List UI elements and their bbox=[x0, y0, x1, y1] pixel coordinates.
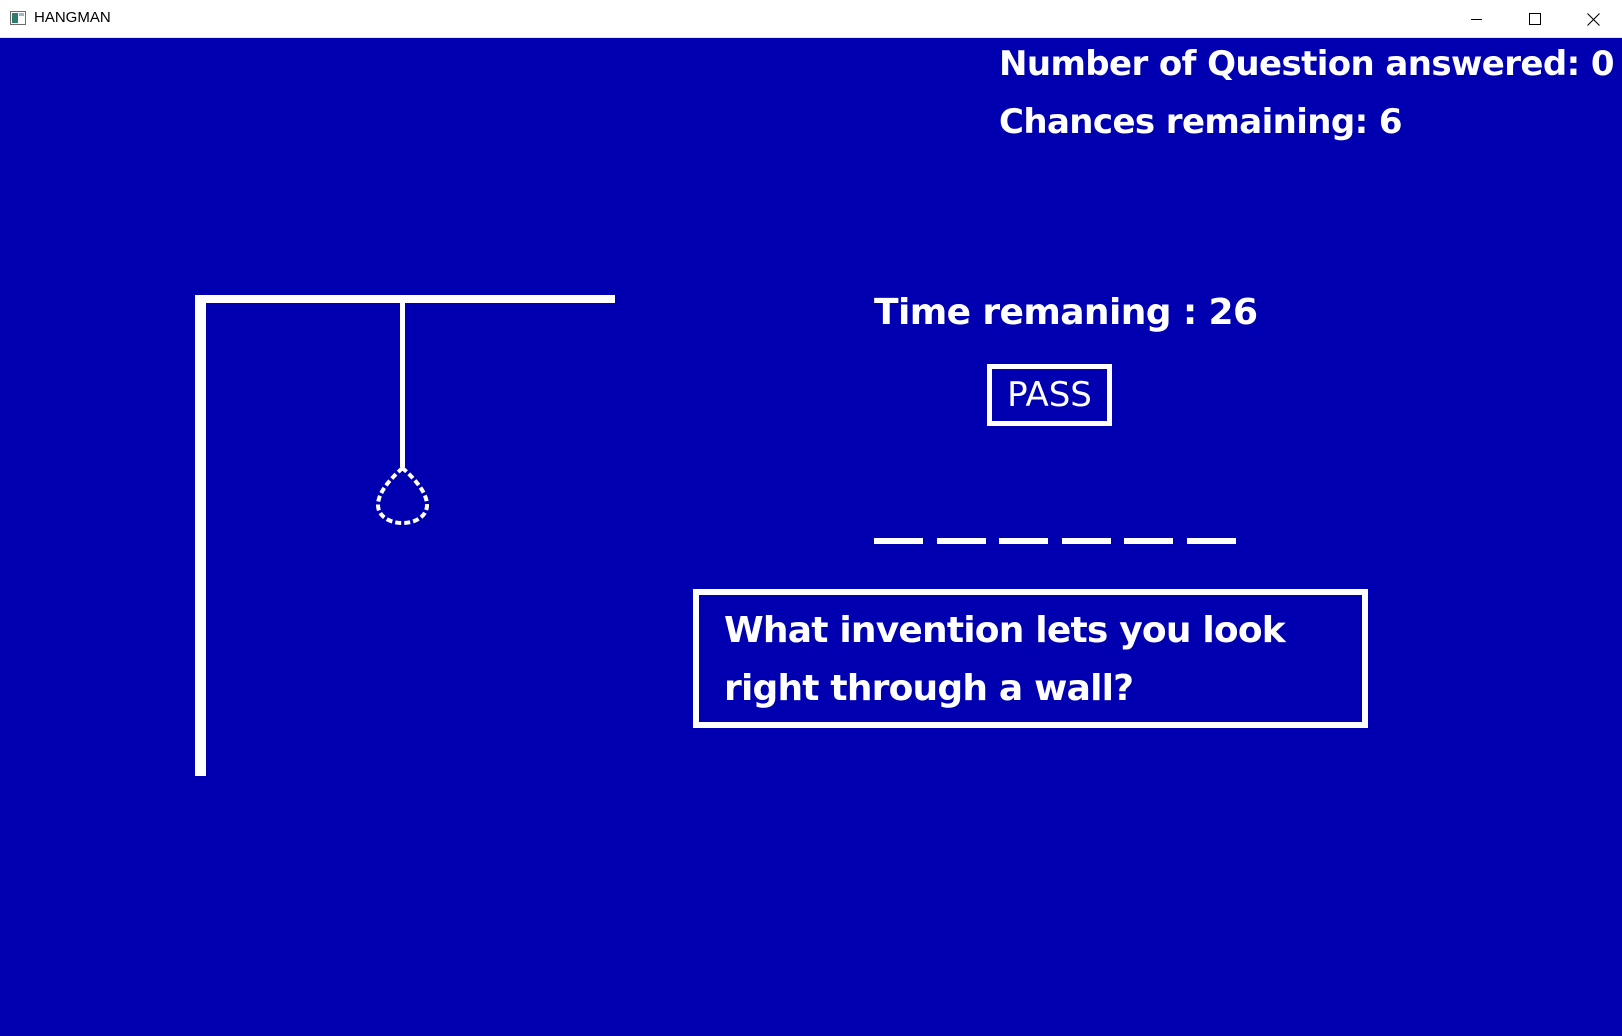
letter-blank bbox=[937, 538, 986, 544]
chances-remaining-counter: Chances remaining: 6 bbox=[999, 102, 1403, 142]
game-canvas: Number of Question answered: 0 Chances r… bbox=[0, 38, 1622, 1036]
letter-blank bbox=[1062, 538, 1111, 544]
letter-blank bbox=[999, 538, 1048, 544]
title-bar[interactable]: HANGMAN bbox=[0, 0, 1622, 38]
window-title: HANGMAN bbox=[34, 9, 111, 26]
question-text: What invention lets you look right throu… bbox=[724, 610, 1286, 709]
letter-blank bbox=[1187, 538, 1236, 544]
answer-word-blanks bbox=[874, 538, 1274, 544]
questions-answered-counter: Number of Question answered: 0 bbox=[999, 44, 1615, 84]
gallows-rope bbox=[400, 303, 405, 467]
time-remaining: Time remaning : 26 bbox=[874, 292, 1258, 333]
hangman-window: HANGMAN Number of Question answered: 0 C… bbox=[0, 0, 1622, 1036]
close-icon bbox=[1586, 12, 1600, 26]
gallows-post bbox=[195, 295, 206, 776]
window-app-icon bbox=[10, 11, 26, 25]
pass-button-label: PASS bbox=[1007, 375, 1092, 415]
maximize-icon bbox=[1529, 13, 1541, 25]
close-button[interactable] bbox=[1564, 0, 1622, 38]
pass-button[interactable]: PASS bbox=[987, 364, 1112, 426]
letter-blank bbox=[874, 538, 923, 544]
gallows-noose bbox=[375, 465, 430, 526]
letter-blank bbox=[1124, 538, 1173, 544]
minimize-icon bbox=[1471, 19, 1482, 20]
minimize-button[interactable] bbox=[1448, 0, 1506, 38]
gallows-beam bbox=[195, 295, 615, 303]
gallows-drawing bbox=[195, 295, 615, 776]
maximize-button[interactable] bbox=[1506, 0, 1564, 38]
question-box: What invention lets you look right throu… bbox=[693, 589, 1368, 728]
